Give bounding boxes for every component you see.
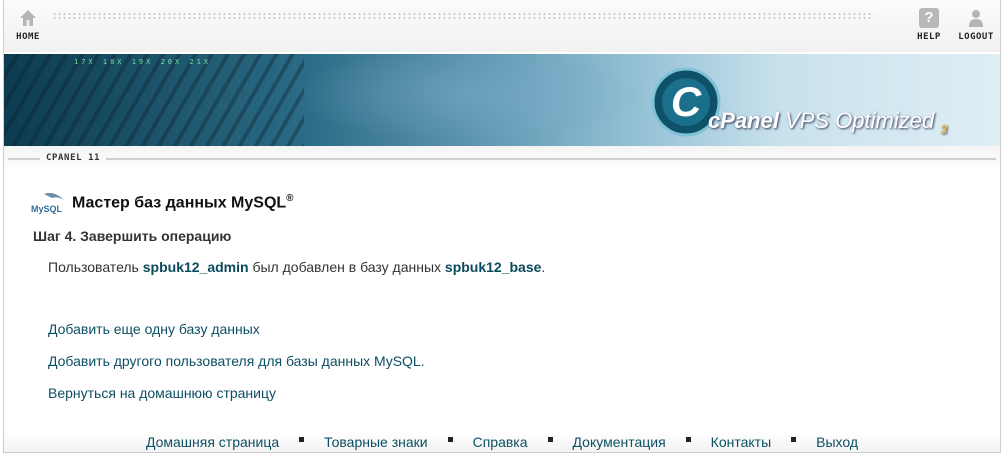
help-icon: ? (919, 8, 939, 28)
footer-link-contacts[interactable]: Контакты (711, 434, 771, 450)
mysql-logo-icon: MySQL (30, 190, 68, 216)
footer-nav: Домашняя страница Товарные знаки Справка… (4, 432, 1000, 452)
logout-icon (969, 10, 983, 27)
help-button[interactable]: ? HELP (914, 8, 944, 42)
footer-link-logout[interactable]: Выход (816, 434, 858, 450)
footer-link-docs[interactable]: Документация (573, 434, 666, 450)
home-button[interactable]: HOME (12, 8, 44, 42)
footer-separator (685, 436, 691, 442)
return-home-link[interactable]: Вернуться на домашнюю страницу (48, 385, 276, 401)
footer-separator (447, 436, 453, 442)
result-message: Пользователь spbuk12_admin был добавлен … (48, 259, 545, 275)
top-navigation: HOME ? HELP LOGOUT (4, 0, 1000, 52)
logout-button[interactable]: LOGOUT (954, 8, 998, 42)
page-title: Мастер баз данных MySQL® (72, 193, 294, 212)
message-suffix: . (541, 259, 546, 275)
home-label: HOME (16, 32, 40, 42)
footer-separator (299, 436, 305, 442)
section-header: CPANEL 11 (4, 146, 1000, 172)
banner-digits: 17X 18X 19X 20X 21X (74, 58, 212, 66)
help-label: HELP (917, 32, 941, 42)
footer-link-help[interactable]: Справка (473, 434, 528, 450)
home-icon (20, 10, 36, 26)
banner-server-graphic (4, 54, 304, 146)
dotted-separator (52, 12, 874, 20)
section-tag: CPANEL 11 (46, 153, 101, 163)
user-name: spbuk12_admin (142, 259, 249, 275)
banner-product-name: cPanel VPS Optimized 3 (708, 108, 947, 136)
database-name: spbuk12_base (444, 259, 542, 275)
footer-link-trademarks[interactable]: Товарные знаки (324, 434, 427, 450)
add-database-link[interactable]: Добавить еще одну базу данных (48, 321, 260, 337)
message-middle: был добавлен в базу данных (248, 259, 445, 275)
cpanel-logo-letter: C (671, 78, 702, 125)
page-heading: MySQL Мастер баз данных MySQL® (30, 190, 294, 216)
logout-label: LOGOUT (958, 32, 994, 42)
section-rule-left (8, 158, 40, 160)
footer-separator (547, 436, 553, 442)
step-heading: Шаг 4. Завершить операцию (33, 228, 232, 244)
registered-mark: ® (286, 193, 294, 205)
footer-separator (791, 436, 797, 442)
message-prefix: Пользователь (48, 259, 143, 275)
mysql-logo-text: MySQL (31, 204, 63, 214)
banner-brand: cPanel (708, 108, 779, 133)
page-frame: HOME ? HELP LOGOUT 17X 18X 19X 20X 21X C… (3, 0, 1001, 453)
section-rule-right (106, 158, 996, 160)
add-user-link[interactable]: Добавить другого пользователя для базы д… (48, 353, 425, 369)
banner-version: 3 (940, 122, 948, 137)
banner-product: VPS Optimized (785, 108, 935, 133)
header-banner: 17X 18X 19X 20X 21X C cPanel VPS Optimiz… (4, 54, 1000, 146)
page-title-text: Мастер баз данных MySQL (72, 194, 287, 212)
footer-link-home[interactable]: Домашняя страница (146, 434, 279, 450)
